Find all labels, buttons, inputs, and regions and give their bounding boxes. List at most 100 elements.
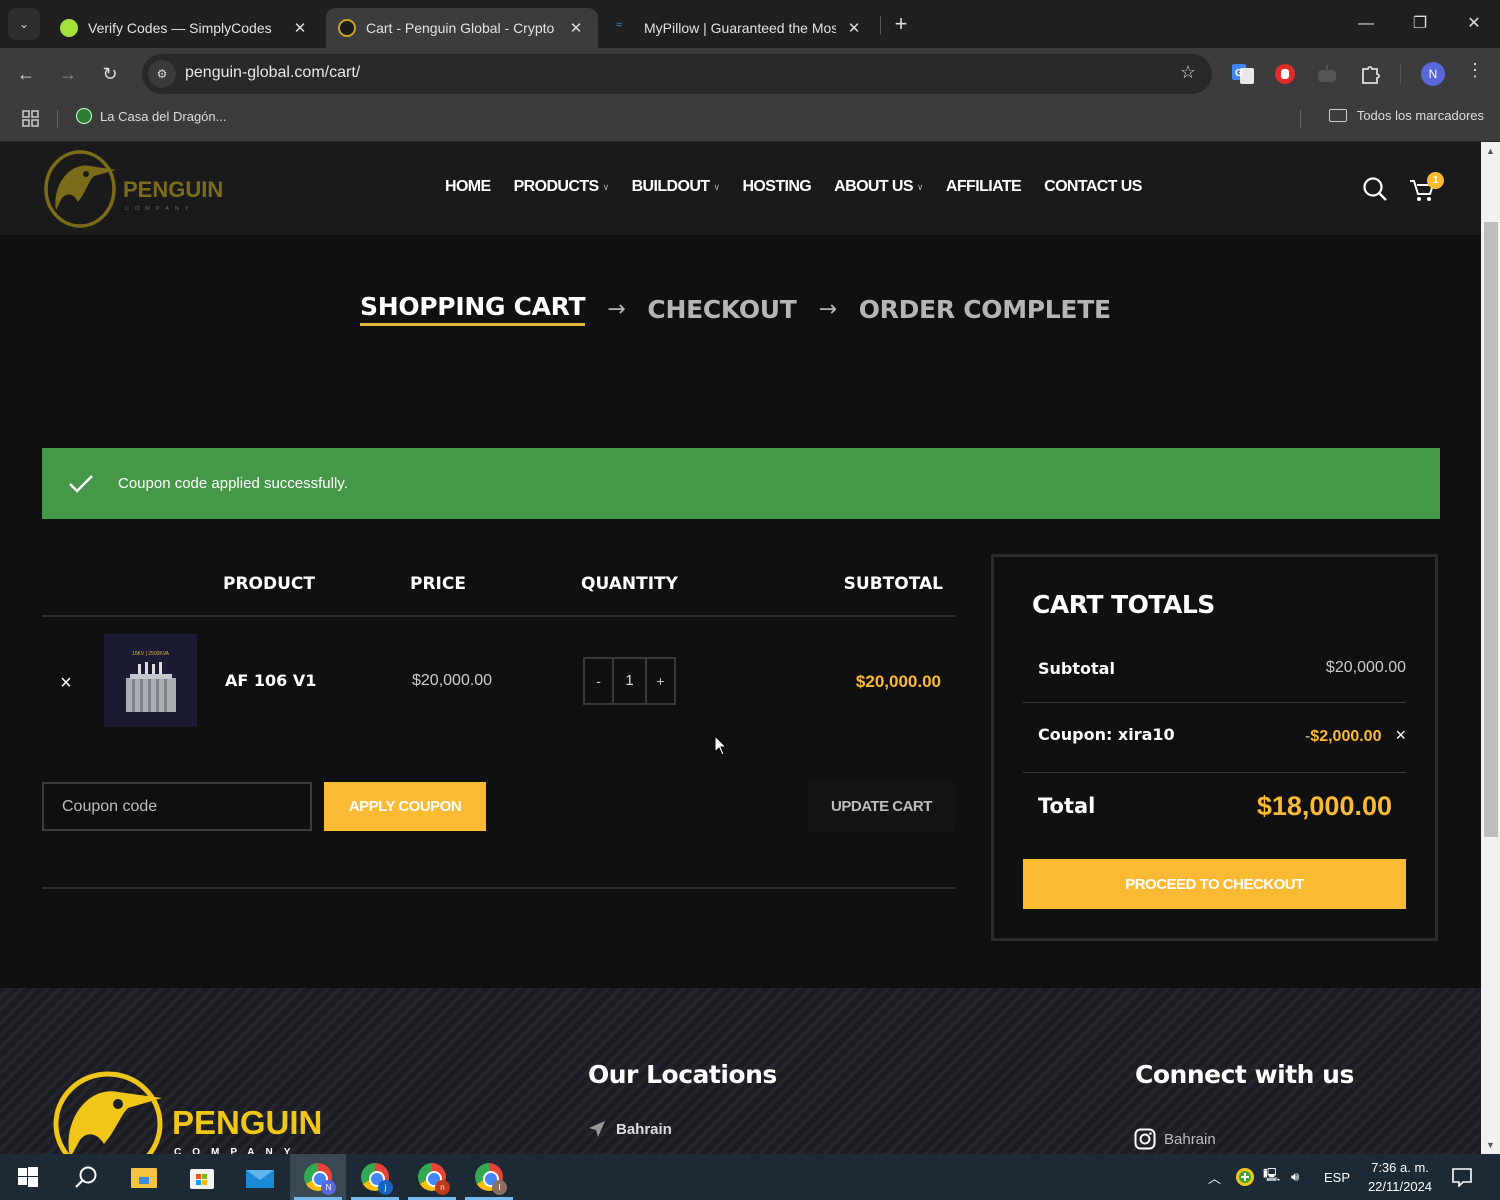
nav-label: AFFILIATE (945, 178, 1022, 195)
arrow-right-icon: → (607, 296, 626, 322)
close-tab-icon[interactable]: ✕ (566, 19, 586, 37)
mypillow-icon: ≈ (616, 19, 623, 31)
profile-avatar[interactable]: N (1421, 62, 1445, 86)
step-shopping-cart[interactable]: SHOPPING CART (360, 292, 586, 326)
nav-about-us[interactable]: ABOUT US ∨ (834, 178, 923, 196)
nav-products[interactable]: PRODUCTS ∨ (514, 178, 610, 196)
bookmark-label: La Casa del Dragón... (100, 108, 227, 124)
arrow-right-icon: → (59, 64, 77, 84)
close-tab-icon[interactable]: ✕ (844, 19, 864, 37)
start-button[interactable] (0, 1154, 56, 1200)
green-plus-icon (1236, 1168, 1254, 1186)
chrome-profile-j-button[interactable]: j (347, 1154, 403, 1200)
minimize-button[interactable]: — (1344, 8, 1388, 40)
restore-button[interactable]: ❐ (1398, 8, 1442, 40)
robot-icon (1318, 65, 1336, 82)
robot-extension[interactable] (1313, 60, 1341, 88)
bookmarks-bar: La Casa del Dragón... Todos los marcador… (0, 100, 1500, 142)
address-bar[interactable]: ⚙ penguin-global.com/cart/ ☆ (142, 54, 1212, 94)
plus-icon: + (894, 11, 908, 36)
taskbar-search-button[interactable] (58, 1154, 114, 1200)
nav-label: BUILDOUT (631, 178, 710, 195)
penguin-logo-icon: PENGUIN COMPANY (44, 150, 223, 228)
penguin-logo-icon: PENGUIN COMPANY (53, 1071, 322, 1154)
step-checkout[interactable]: CHECKOUT (647, 295, 796, 324)
windows-taskbar: N j n I ︿ 🖳 🔊︎ ESP 7:36 a. m. 22/11/2024 (0, 1154, 1500, 1200)
tab-mypillow[interactable]: ≈ MyPillow | Guaranteed the Most Comfort… (604, 8, 876, 48)
remove-item-icon[interactable]: × (56, 672, 76, 695)
scrollbar-thumb[interactable] (1484, 222, 1498, 837)
back-button[interactable]: ← (12, 60, 40, 88)
scroll-up-arrow-icon[interactable]: ▲ (1481, 142, 1500, 160)
extensions-button[interactable] (1356, 60, 1384, 88)
step-order-complete: ORDER COMPLETE (858, 294, 1111, 324)
forward-button[interactable]: → (54, 60, 82, 88)
language-indicator[interactable]: ESP (1324, 1154, 1350, 1200)
product-name-link[interactable]: AF 106 V1 (225, 671, 316, 690)
bookmark-item[interactable]: La Casa del Dragón... (76, 108, 226, 124)
adblock-extension[interactable] (1271, 60, 1299, 88)
new-tab-button[interactable]: + (888, 10, 914, 38)
update-cart-button[interactable]: UPDATE CART (808, 782, 955, 831)
reload-icon: ↻ (102, 64, 118, 84)
tab-penguin-cart[interactable]: Cart - Penguin Global - Crypto Mining ✕ (326, 8, 598, 48)
tray-app-icon[interactable] (1235, 1154, 1255, 1200)
apps-grid-icon[interactable] (22, 110, 40, 128)
notification-icon (1452, 1168, 1472, 1187)
network-icon[interactable]: 🖳 (1263, 1154, 1280, 1200)
close-tab-icon[interactable]: ✕ (290, 19, 310, 37)
chrome-profile-i-button[interactable]: I (461, 1154, 517, 1200)
scroll-down-arrow-icon[interactable]: ▼ (1481, 1136, 1500, 1154)
puzzle-icon (1362, 66, 1380, 84)
all-bookmarks-button[interactable]: Todos los marcadores (1328, 108, 1484, 123)
show-hidden-icons-button[interactable]: ︿ (1208, 1154, 1221, 1200)
site-settings-icon[interactable]: ⚙ (148, 60, 176, 88)
notice-message: Coupon code applied successfully. (118, 475, 348, 492)
close-icon: ✕ (1467, 15, 1481, 32)
quantity-stepper: - 1 + (583, 657, 676, 705)
remove-coupon-icon[interactable]: × (1395, 725, 1406, 745)
social-link[interactable]: Bahrain (1134, 1128, 1216, 1150)
url-text[interactable]: penguin-global.com/cart/ (185, 64, 360, 82)
tab-simplycodes[interactable]: Verify Codes — SimplyCodes ✕ (48, 8, 322, 48)
chevron-down-icon: ∨ (916, 181, 924, 192)
quantity-increase-button[interactable]: + (647, 659, 674, 703)
location-item[interactable]: Bahrain (588, 1120, 672, 1138)
file-explorer-button[interactable] (116, 1154, 172, 1200)
notifications-button[interactable] (1452, 1154, 1472, 1200)
nav-contact-us[interactable]: CONTACT US (1044, 178, 1142, 196)
chrome-profile-n-button[interactable]: N (290, 1154, 346, 1200)
header-search-button[interactable] (1362, 176, 1388, 202)
system-clock[interactable]: 7:36 a. m. 22/11/2024 (1358, 1158, 1442, 1196)
success-notice: Coupon code applied successfully. (42, 448, 1440, 519)
product-thumbnail[interactable]: 10KV | 2500KVA (104, 634, 197, 727)
browser-menu-icon[interactable]: ⋮ (1466, 60, 1484, 88)
close-window-button[interactable]: ✕ (1452, 8, 1496, 40)
page-scrollbar[interactable]: ▲ ▼ (1481, 142, 1500, 1154)
volume-icon[interactable]: 🔊︎ (1291, 1154, 1299, 1200)
chevron-down-icon: ∨ (602, 181, 610, 192)
site-logo[interactable]: PENGUIN COMPANY (42, 150, 232, 228)
microsoft-store-button[interactable] (174, 1154, 230, 1200)
windows-logo-icon (18, 1167, 38, 1187)
coupon-code-input[interactable] (42, 782, 312, 831)
proceed-to-checkout-button[interactable]: PROCEED TO CHECKOUT (1023, 859, 1406, 909)
mail-button[interactable] (232, 1154, 288, 1200)
quantity-decrease-button[interactable]: - (585, 659, 612, 703)
footer-locations-heading: Our Locations (588, 1060, 777, 1089)
nav-buildout[interactable]: BUILDOUT ∨ (632, 178, 720, 196)
footer-logo[interactable]: PENGUIN COMPANY (52, 1068, 322, 1154)
nav-hosting[interactable]: HOSTING (742, 178, 811, 196)
google-translate-extension[interactable]: G (1229, 60, 1257, 88)
toolbar-separator (1400, 64, 1401, 84)
reload-button[interactable]: ↻ (96, 60, 124, 88)
site-footer: PENGUIN COMPANY Our Locations Bahrain Co… (0, 988, 1481, 1154)
nav-affiliate[interactable]: AFFILIATE (945, 178, 1022, 196)
apply-coupon-button[interactable]: APPLY COUPON (324, 782, 486, 831)
chrome-profile-n2-button[interactable]: n (404, 1154, 460, 1200)
bookmark-star-icon[interactable]: ☆ (1180, 62, 1196, 83)
tab-search-button[interactable]: ⌄ (8, 8, 40, 40)
nav-home[interactable]: HOME (445, 178, 491, 196)
logo-wordmark: PENGUIN (172, 1104, 322, 1141)
quantity-input[interactable]: 1 (612, 659, 647, 703)
